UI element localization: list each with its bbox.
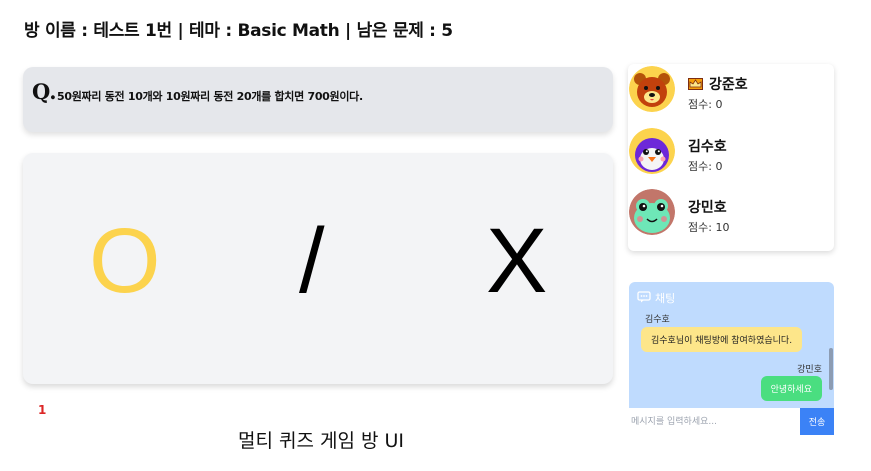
- question-mark: Q.: [32, 79, 57, 104]
- frog-avatar: [629, 189, 675, 235]
- question-card: Q. 50원짜리 동전 10개와 10원짜리 동전 20개를 합치면 700원이…: [23, 67, 613, 132]
- chat-input-row: 전송: [629, 408, 834, 435]
- chat-sender: 김수호: [645, 315, 670, 325]
- player-name: 강준호: [688, 74, 748, 94]
- answer-x-button[interactable]: X: [486, 215, 547, 307]
- page-caption: 멀티 퀴즈 게임 방 UI: [238, 430, 405, 452]
- room-header: 방 이름 : 테스트 1번 | 테마 : Basic Math | 남은 문제 …: [24, 21, 453, 41]
- player-name: 김수호: [688, 139, 727, 155]
- player-name-text: 강준호: [709, 77, 748, 93]
- player-name: 강민호: [688, 200, 727, 216]
- answer-o-button[interactable]: O: [89, 215, 161, 307]
- crown-icon: [688, 78, 703, 90]
- chat-input[interactable]: [629, 408, 800, 435]
- chat-scrollbar[interactable]: [829, 348, 833, 390]
- player-item: 강민호 점수: 10: [628, 189, 834, 243]
- chat-sender: 강민호: [797, 365, 822, 375]
- chat-title: 채팅: [655, 292, 676, 305]
- chat-message-system: 김수호님이 채팅방에 참여하였습니다.: [641, 327, 803, 352]
- bear-avatar: [629, 66, 675, 112]
- chat-message-user: 안녕하세요: [760, 376, 822, 401]
- chat-header: 채팅: [637, 290, 675, 306]
- player-score: 점수: 0: [688, 98, 723, 111]
- chat-panel: 채팅 김수호 김수호님이 채팅방에 참여하였습니다. 강민호 안녕하세요 전송: [629, 282, 834, 435]
- answer-separator: /: [299, 210, 325, 312]
- player-score: 점수: 0: [688, 160, 723, 173]
- timer-counter: 1: [38, 403, 47, 417]
- player-item: 김수호 점수: 0: [628, 128, 834, 182]
- answer-card: O / X: [23, 153, 613, 384]
- penguin-avatar: [629, 128, 675, 174]
- player-score: 점수: 10: [688, 221, 730, 234]
- chat-bubble-icon: [637, 290, 651, 306]
- player-list: 강준호 점수: 0 김수호 점수: 0 강민호 점수: 10: [628, 64, 834, 251]
- question-text: 50원짜리 동전 10개와 10원짜리 동전 20개를 합치면 700원이다.: [57, 90, 363, 103]
- send-button[interactable]: 전송: [800, 408, 834, 435]
- player-item: 강준호 점수: 0: [628, 66, 834, 120]
